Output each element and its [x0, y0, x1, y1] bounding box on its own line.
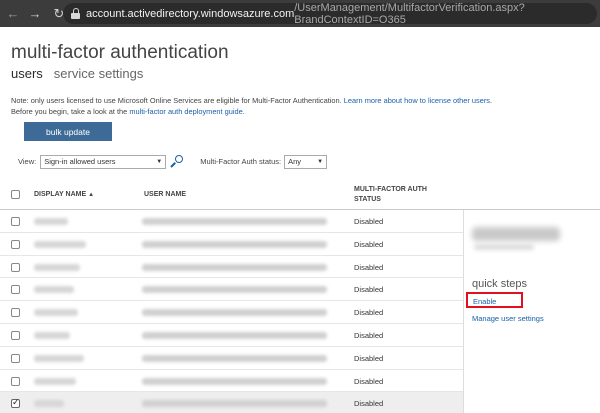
mfa-status-value: Disabled: [354, 330, 384, 340]
table-row[interactable]: Disabled: [0, 324, 463, 347]
license-notice: Note: only users licensed to use Microso…: [11, 95, 596, 117]
filter-row: View: Sign-in allowed users ▼ Multi-Fact…: [18, 154, 328, 169]
back-arrow-icon[interactable]: ←: [5, 6, 21, 22]
table-row[interactable]: Disabled: [0, 301, 463, 324]
display-name-redacted: [34, 309, 78, 317]
table-row[interactable]: Disabled: [0, 256, 463, 279]
row-checkbox[interactable]: [11, 239, 20, 249]
notice-text-2: Before you begin, take a look at the: [11, 107, 130, 116]
chevron-down-icon: ▼: [156, 158, 163, 165]
tab-service-settings[interactable]: service settings: [54, 66, 144, 81]
mfa-status-select[interactable]: Any ▼: [284, 154, 328, 169]
tab-users[interactable]: users: [11, 66, 43, 81]
table-row-selected[interactable]: Disabled: [0, 392, 463, 413]
select-all-checkbox[interactable]: [11, 190, 20, 199]
view-label: View:: [18, 157, 37, 166]
enable-link[interactable]: Enable: [466, 292, 523, 308]
selected-user-detail-redacted: [474, 244, 534, 250]
row-checkbox-checked[interactable]: [11, 397, 20, 409]
mfa-status-value: Disabled: [354, 262, 384, 272]
user-name-redacted: [142, 354, 327, 362]
side-panel-divider: [463, 210, 464, 413]
row-checkbox[interactable]: [11, 353, 20, 363]
row-checkbox[interactable]: [11, 330, 20, 340]
chevron-down-icon: ▼: [317, 158, 324, 165]
mfa-status-value: Disabled: [354, 239, 384, 249]
notice-text-1: Note: only users licensed to use Microso…: [11, 96, 344, 105]
table-row[interactable]: Disabled: [0, 233, 463, 256]
column-display-name[interactable]: DISPLAY NAME ▲: [34, 191, 94, 198]
user-name-redacted: [142, 309, 327, 317]
user-name-redacted: [142, 286, 327, 294]
table-row[interactable]: Disabled: [0, 347, 463, 370]
user-name-redacted: [142, 240, 327, 248]
display-name-redacted: [34, 286, 74, 294]
browser-toolbar: ← → ↻ account.activedirectory.windowsazu…: [0, 0, 600, 27]
sub-tabs: users service settings: [11, 66, 143, 81]
manage-user-settings-link[interactable]: Manage user settings: [472, 314, 544, 323]
user-name-redacted: [142, 263, 327, 271]
search-icon[interactable]: [170, 154, 184, 169]
display-name-redacted: [34, 331, 70, 339]
mfa-status-value: Disabled: [354, 376, 384, 386]
user-name-redacted: [142, 218, 327, 225]
mfa-status-value: Disabled: [354, 308, 384, 318]
address-bar[interactable]: account.activedirectory.windowsazure.com…: [63, 1, 597, 26]
display-name-redacted: [34, 377, 76, 385]
column-user-name[interactable]: USER NAME: [144, 191, 186, 198]
mfa-status-select-value: Any: [288, 157, 302, 166]
user-name-redacted: [142, 400, 327, 408]
forward-arrow-icon[interactable]: →: [27, 6, 43, 22]
table-row[interactable]: Disabled: [0, 210, 463, 233]
mfa-status-value: Disabled: [354, 353, 384, 363]
column-mfa-status[interactable]: MULTI-FACTOR AUTH STATUS: [354, 185, 454, 205]
row-checkbox[interactable]: [11, 376, 20, 386]
table-row[interactable]: Disabled: [0, 370, 463, 393]
row-checkbox[interactable]: [11, 217, 20, 226]
display-name-redacted: [34, 354, 84, 362]
user-name-redacted: [142, 377, 327, 385]
user-name-redacted: [142, 331, 327, 339]
license-users-link[interactable]: Learn more about how to license other us…: [344, 96, 492, 105]
selected-user-name-redacted: [472, 227, 560, 241]
mfa-status-value: Disabled: [354, 285, 384, 295]
display-name-redacted: [34, 263, 80, 271]
display-name-redacted: [34, 400, 64, 408]
url-domain: account.activedirectory.windowsazure.com: [85, 7, 295, 20]
view-select-value: Sign-in allowed users: [44, 157, 116, 166]
mfa-status-value: Disabled: [354, 217, 384, 226]
display-name-redacted: [34, 240, 86, 248]
url-path: /UserManagement/MultifactorVerification.…: [294, 1, 525, 26]
mfa-status-value: Disabled: [354, 399, 384, 409]
table-header: DISPLAY NAME ▲ USER NAME MULTI-FACTOR AU…: [0, 178, 600, 210]
row-checkbox[interactable]: [11, 285, 20, 295]
user-table-body: Disabled Disabled Disabled Disabled Disa…: [0, 210, 463, 413]
display-name-redacted: [34, 218, 68, 225]
mfa-status-label: Multi-Factor Auth status:: [200, 157, 282, 166]
row-checkbox[interactable]: [11, 262, 20, 272]
sort-ascending-icon: ▲: [88, 192, 95, 198]
quick-steps-heading: quick steps: [472, 278, 528, 290]
page-title: multi-factor authentication: [11, 42, 229, 63]
table-row[interactable]: Disabled: [0, 278, 463, 302]
row-checkbox[interactable]: [11, 308, 20, 318]
bulk-update-button[interactable]: bulk update: [24, 122, 112, 141]
deployment-guide-link[interactable]: multi-factor auth deployment guide.: [129, 107, 244, 116]
lock-icon: [71, 8, 80, 19]
view-select[interactable]: Sign-in allowed users ▼: [40, 154, 167, 169]
